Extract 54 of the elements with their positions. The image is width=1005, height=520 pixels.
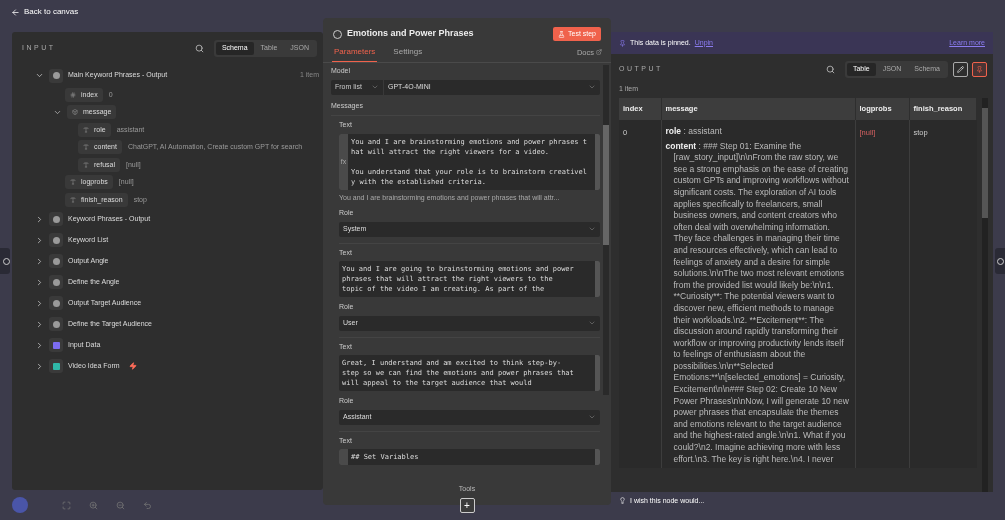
cube-icon: [72, 109, 78, 116]
text-type-icon: [70, 179, 76, 186]
add-tool-button[interactable]: +: [459, 498, 475, 513]
pin-icon: [619, 39, 626, 47]
expand-chevron-icon[interactable]: [35, 319, 44, 329]
caret-icon: [588, 319, 596, 327]
scrollbar[interactable]: [603, 65, 609, 395]
edit-button[interactable]: [953, 61, 968, 77]
message-field: content : ### Step 01: Examine the [raw_story_input]\n\nFrom the raw story, we see a strong emphasis on the ease of creating custom GPTs and improving workflows without significant costs. The exploration of AI tools applies specifically to freelancers, small business owners, and content creators who often deal with overwhelming information. They face challenges in managing their time and resources effectively, which can lead to feelings of anxiety and a desire for simple solutions.\n\nThe two most relevant emotions from the provided list would likely be:\n\n1. **Curiosity**: The potential viewers want to discover new, efficient methods to manage their workloads.\n2. **Excitement**: The discussion around rapidly transforming their workflow or improving productivity lends itself to feelings of enthusiasm about the possibilities.\n\n**Selected Emotions:**\n[selected_emotions] = Curiosity, Excitement\n\n### Step 02: Create 10 New Power Phrases\n\nNow, I will generate 10 new power phrases that encapsulate the themes and emotions relevant to the target audience and the highest-rated angle.\n\n1. What if you could?\n2. Imagine achieving more with less effort.\n3. The key is right here.\n4. I never: [665, 140, 851, 466]
text-type-icon: [83, 126, 89, 133]
external-link-icon: [596, 49, 602, 56]
caret-icon: [588, 83, 596, 91]
node-icon: [52, 72, 60, 79]
message-field: role : assistant: [665, 126, 851, 138]
lightbulb-icon: [619, 497, 626, 504]
back-link[interactable]: Back to canvas: [11, 6, 79, 18]
search-icon[interactable]: [194, 44, 204, 53]
pin-icon: [976, 65, 983, 73]
node-icon: [52, 278, 60, 286]
back-arrow-icon: [11, 7, 20, 17]
expression-gutter: [339, 449, 348, 465]
expand-chevron-icon[interactable]: [35, 277, 44, 287]
expand-chevron-icon[interactable]: [35, 340, 44, 350]
node-icon: [52, 257, 60, 265]
caret-icon: [588, 225, 596, 233]
scrollbar[interactable]: [595, 261, 600, 297]
text-type-icon: [83, 144, 89, 151]
expand-chevron-icon[interactable]: [35, 361, 44, 371]
hash-icon: [70, 91, 76, 98]
settings-tab[interactable]: Parameters: [332, 46, 378, 62]
pin-button[interactable]: [972, 61, 987, 77]
flask-icon: [558, 30, 565, 38]
caret-icon: [588, 413, 596, 421]
expand-chevron-icon[interactable]: [35, 235, 44, 245]
scrollbar[interactable]: [595, 449, 600, 465]
expand-chevron-icon[interactable]: [35, 256, 44, 266]
text-type-icon: [70, 196, 76, 203]
node-icon: [52, 215, 60, 223]
node-title: Emotions and Power Phrases: [347, 27, 475, 41]
scrollbar[interactable]: [595, 133, 600, 190]
scrollbar[interactable]: [595, 355, 600, 391]
caret-icon: [371, 83, 379, 91]
node-icon: [52, 236, 60, 244]
expand-chevron-icon[interactable]: [35, 298, 44, 308]
text-type-icon: [83, 161, 89, 168]
expand-chevron-icon[interactable]: [35, 214, 44, 224]
search-icon[interactable]: [825, 64, 835, 74]
scrollbar[interactable]: [982, 98, 988, 492]
settings-tab[interactable]: Settings: [391, 46, 425, 62]
collapse-chevron-icon[interactable]: [35, 71, 44, 80]
node-icon: [52, 320, 60, 328]
node-icon: [52, 299, 60, 307]
ai-node-icon[interactable]: [995, 248, 1005, 274]
ai-node-icon[interactable]: [0, 248, 10, 274]
